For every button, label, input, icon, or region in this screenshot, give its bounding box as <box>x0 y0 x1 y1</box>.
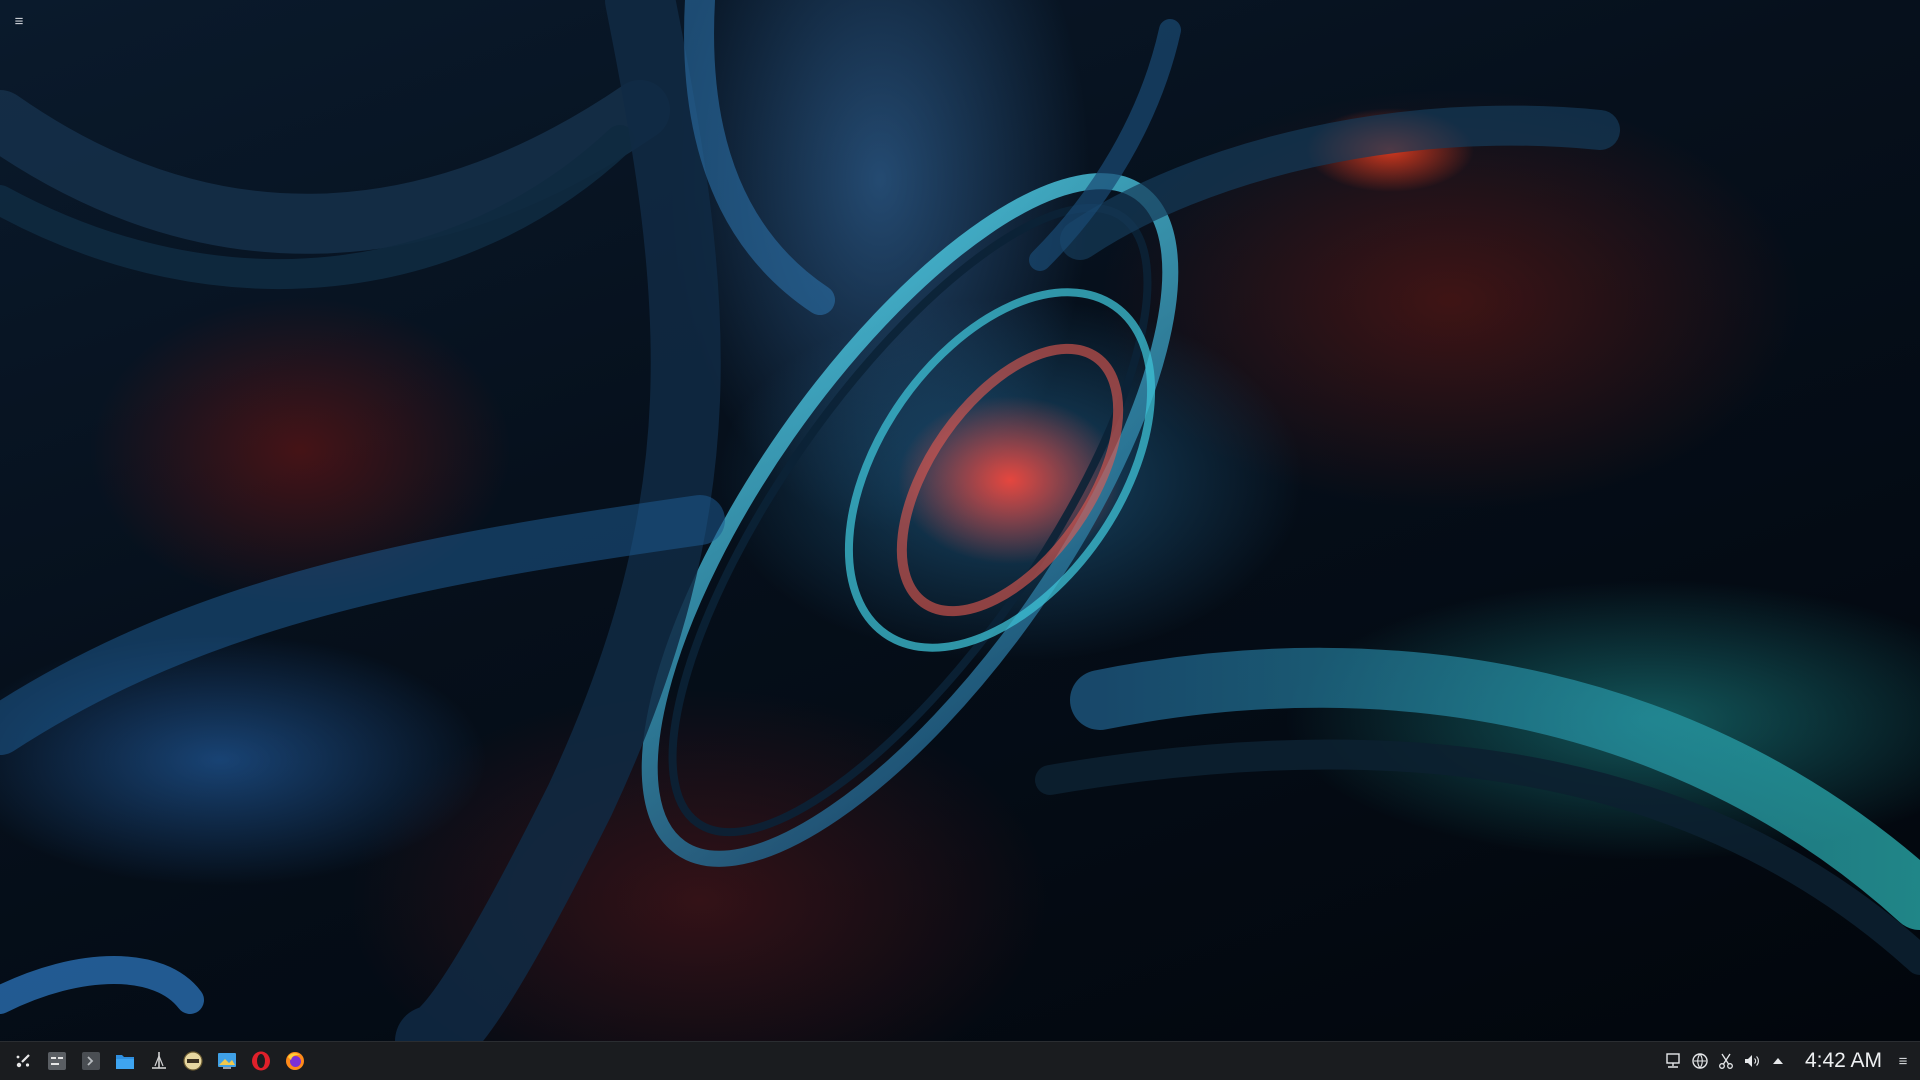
firefox-button[interactable] <box>278 1044 312 1078</box>
volume-button[interactable] <box>1739 1048 1765 1074</box>
wallpaper-abstract-art <box>0 0 1920 1041</box>
file-manager-button[interactable] <box>108 1044 142 1078</box>
desktop-menu-button[interactable]: ≡ <box>8 10 30 32</box>
qbittorrent-button[interactable] <box>176 1044 210 1078</box>
taskbar-launchers <box>6 1042 312 1080</box>
ksnip-icon <box>152 1052 166 1069</box>
terminal-icon <box>82 1052 100 1070</box>
system-settings-button[interactable] <box>40 1044 74 1078</box>
digital-clock[interactable]: 4:42 AM <box>1805 1049 1882 1073</box>
show-hidden-button[interactable] <box>1765 1048 1791 1074</box>
clipboard-button[interactable] <box>1713 1048 1739 1074</box>
qbittorrent-icon <box>183 1051 203 1071</box>
terminal-button[interactable] <box>74 1044 108 1078</box>
panel-options-button[interactable]: ≡ <box>1892 1048 1914 1074</box>
ksnip-button[interactable] <box>142 1044 176 1078</box>
opera-button[interactable] <box>244 1044 278 1078</box>
taskbar-panel: 4:42 AM ≡ <box>0 1041 1920 1080</box>
image-viewer-button[interactable] <box>210 1044 244 1078</box>
volume-icon <box>1744 1055 1759 1067</box>
image-viewer-icon <box>218 1053 236 1069</box>
desktop-wallpaper: ≡ <box>0 0 1920 1041</box>
system-settings-icon <box>48 1052 66 1070</box>
system-tray: 4:42 AM ≡ <box>1661 1042 1920 1080</box>
network-icon <box>1666 1053 1680 1068</box>
network-button[interactable] <box>1661 1048 1687 1074</box>
clipboard-icon <box>1718 1053 1733 1069</box>
firefox-icon <box>286 1052 304 1070</box>
app-launcher-icon <box>16 1054 30 1068</box>
show-hidden-icon <box>1772 1058 1783 1064</box>
vpn-button[interactable] <box>1687 1048 1713 1074</box>
file-manager-icon <box>116 1055 134 1069</box>
vpn-icon <box>1692 1053 1708 1069</box>
opera-icon <box>252 1051 270 1071</box>
app-launcher-button[interactable] <box>6 1044 40 1078</box>
